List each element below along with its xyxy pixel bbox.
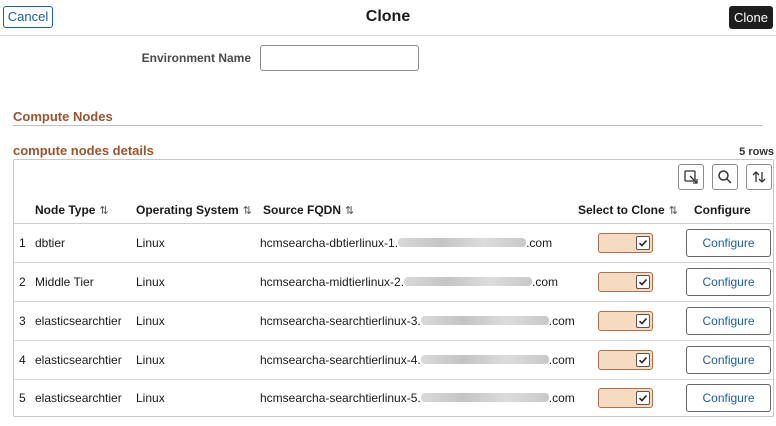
- page-title: Clone: [365, 8, 411, 25]
- table-row: 5 elasticsearchtier Linux hcmsearcha-sea…: [14, 379, 773, 418]
- column-header-select-to-clone[interactable]: Select to Clone ⇅: [578, 203, 678, 217]
- section-title-compute-nodes: Compute Nodes: [13, 109, 113, 124]
- sort-arrows-icon: ⇅: [242, 205, 252, 217]
- export-button[interactable]: [678, 164, 704, 190]
- table-row: 2 Middle Tier Linux hcmsearcha-midtierli…: [14, 263, 773, 302]
- column-header-operating-system[interactable]: Operating System ⇅: [136, 203, 252, 217]
- fqdn-suffix: .com: [548, 391, 575, 405]
- page-header: Cancel Clone Clone: [0, 0, 776, 36]
- redacted-domain: [398, 238, 527, 248]
- cell-node-type: elasticsearchtier: [35, 314, 122, 328]
- select-to-clone-toggle[interactable]: [598, 233, 653, 253]
- environment-name-input[interactable]: [260, 45, 419, 71]
- column-header-node-type[interactable]: Node Type ⇅: [35, 203, 109, 217]
- cell-node-type: dbtier: [35, 236, 66, 250]
- fqdn-prefix: hcmsearcha-dbtierlinux-1.: [260, 236, 399, 250]
- clone-button[interactable]: Clone: [729, 6, 773, 29]
- select-to-clone-toggle[interactable]: [598, 388, 653, 408]
- row-number: 2: [19, 275, 26, 289]
- search-icon: [718, 170, 732, 184]
- check-icon: [638, 317, 648, 325]
- check-icon: [638, 239, 648, 247]
- fqdn-suffix: .com: [532, 275, 559, 289]
- table-row: 1 dbtier Linux hcmsearcha-dbtierlinux-1.…: [14, 224, 773, 263]
- cell-source-fqdn: hcmsearcha-midtierlinux-2. .com: [260, 275, 558, 289]
- cell-operating-system: Linux: [136, 353, 165, 367]
- cell-operating-system: Linux: [136, 236, 165, 250]
- fqdn-suffix: .com: [548, 353, 575, 367]
- row-count: 5 rows: [739, 146, 774, 158]
- row-number: 5: [19, 391, 26, 405]
- column-header-source-fqdn[interactable]: Source FQDN ⇅: [263, 203, 354, 217]
- toggle-knob: [636, 391, 650, 405]
- configure-button[interactable]: Configure: [686, 384, 771, 412]
- compute-nodes-grid: Node Type ⇅ Operating System ⇅ Source FQDN…: [13, 159, 774, 417]
- export-icon: [684, 170, 698, 184]
- fqdn-prefix: hcmsearcha-midtierlinux-2.: [260, 275, 405, 289]
- sort-icon: [752, 171, 766, 183]
- environment-name-label: Environment Name: [141, 51, 251, 65]
- select-to-clone-toggle[interactable]: [598, 272, 653, 292]
- fqdn-suffix: .com: [526, 236, 553, 250]
- redacted-domain: [404, 277, 533, 287]
- cell-source-fqdn: hcmsearcha-searchtierlinux-4. .com: [260, 353, 575, 367]
- row-number: 4: [19, 353, 26, 367]
- cell-source-fqdn: hcmsearcha-searchtierlinux-3. .com: [260, 314, 575, 328]
- toggle-knob: [636, 353, 650, 367]
- column-header-configure: Configure: [694, 203, 751, 217]
- fqdn-prefix: hcmsearcha-searchtierlinux-4.: [260, 353, 421, 367]
- sort-arrows-icon: ⇅: [668, 205, 678, 217]
- table-row: 3 elasticsearchtier Linux hcmsearcha-sea…: [14, 302, 773, 341]
- check-icon: [638, 394, 648, 402]
- configure-button[interactable]: Configure: [686, 307, 771, 335]
- grid-title: compute nodes details: [13, 143, 154, 158]
- redacted-domain: [420, 316, 549, 326]
- sort-button[interactable]: [746, 164, 772, 190]
- cell-operating-system: Linux: [136, 314, 165, 328]
- check-icon: [638, 278, 648, 286]
- row-number: 1: [19, 236, 26, 250]
- toggle-knob: [636, 314, 650, 328]
- select-to-clone-toggle[interactable]: [598, 350, 653, 370]
- check-icon: [638, 356, 648, 364]
- cell-operating-system: Linux: [136, 275, 165, 289]
- fqdn-prefix: hcmsearcha-searchtierlinux-5.: [260, 391, 421, 405]
- select-to-clone-toggle[interactable]: [598, 311, 653, 331]
- cell-node-type: elasticsearchtier: [35, 353, 122, 367]
- redacted-domain: [420, 355, 549, 365]
- sort-arrows-icon: ⇅: [99, 205, 109, 217]
- toggle-knob: [636, 236, 650, 250]
- cell-source-fqdn: hcmsearcha-dbtierlinux-1. .com: [260, 236, 552, 250]
- toggle-knob: [636, 275, 650, 289]
- cell-operating-system: Linux: [136, 391, 165, 405]
- redacted-domain: [420, 393, 549, 403]
- fqdn-prefix: hcmsearcha-searchtierlinux-3.: [260, 314, 421, 328]
- search-button[interactable]: [712, 164, 738, 190]
- configure-button[interactable]: Configure: [686, 268, 771, 296]
- fqdn-suffix: .com: [548, 314, 575, 328]
- configure-button[interactable]: Configure: [686, 229, 771, 257]
- cell-node-type: Middle Tier: [35, 275, 94, 289]
- cell-node-type: elasticsearchtier: [35, 391, 122, 405]
- table-row: 4 elasticsearchtier Linux hcmsearcha-sea…: [14, 341, 773, 380]
- section-divider: [13, 125, 763, 126]
- configure-button[interactable]: Configure: [686, 346, 771, 374]
- sort-arrows-icon: ⇅: [345, 205, 355, 217]
- cell-source-fqdn: hcmsearcha-searchtierlinux-5. .com: [260, 391, 575, 405]
- row-number: 3: [19, 314, 26, 328]
